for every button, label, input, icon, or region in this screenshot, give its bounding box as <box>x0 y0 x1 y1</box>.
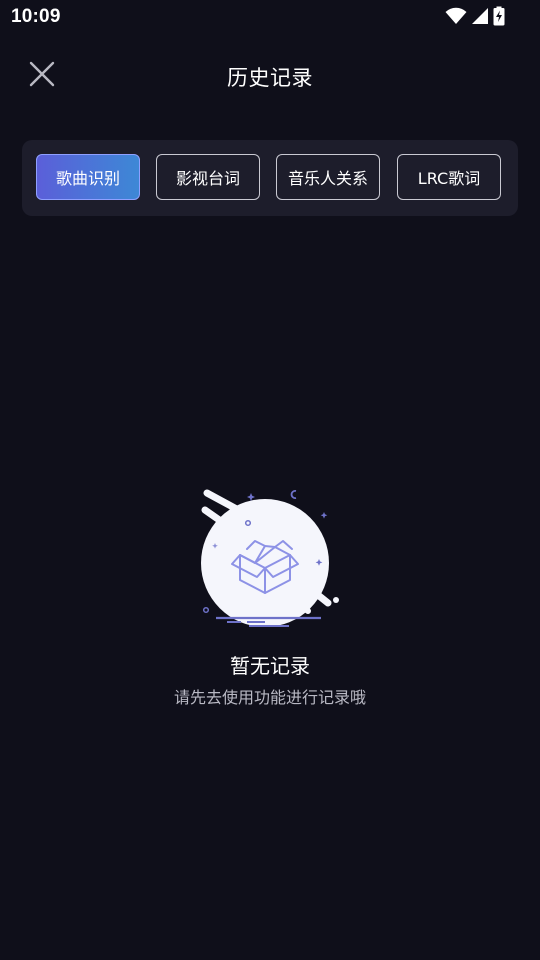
cellular-signal-icon <box>471 7 489 25</box>
empty-box-icon <box>195 485 345 635</box>
category-tab-bar: 歌曲识别 影视台词 音乐人关系 LRC歌词 <box>22 140 518 216</box>
empty-state-subtitle: 请先去使用功能进行记录哦 <box>173 688 366 707</box>
tab-lrc-lyrics[interactable]: LRC歌词 <box>397 154 501 200</box>
page-title: 历史记录 <box>227 66 313 90</box>
tab-song-recognition[interactable]: 歌曲识别 <box>36 154 140 200</box>
empty-state-title: 暂无记录 <box>230 654 310 678</box>
status-icons <box>445 6 505 26</box>
tab-musician-relations[interactable]: 音乐人关系 <box>276 154 380 200</box>
status-bar: 10:09 <box>0 0 540 34</box>
battery-charging-icon <box>493 6 505 26</box>
status-time: 10:09 <box>11 6 61 27</box>
wifi-icon <box>445 7 467 25</box>
tab-movie-lines[interactable]: 影视台词 <box>156 154 260 200</box>
